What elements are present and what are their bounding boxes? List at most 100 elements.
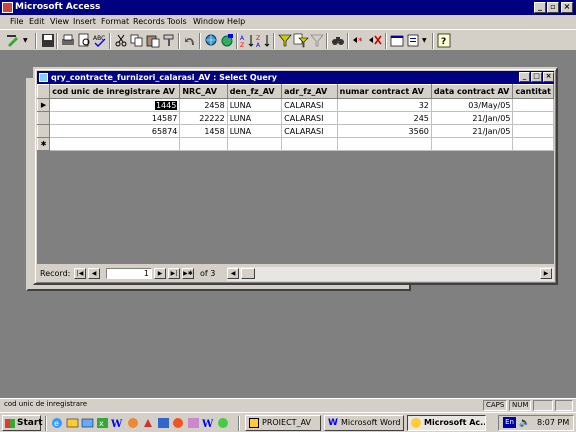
table-cell[interactable]: 2458 <box>179 98 228 112</box>
show-desktop-icon[interactable] <box>81 417 94 429</box>
query-window[interactable]: qry_contracte_furnizori_calarasi_AV : Se… <box>33 67 558 285</box>
find-icon[interactable] <box>330 33 346 48</box>
select-all-cell[interactable] <box>37 84 51 99</box>
table-cell[interactable]: 32 <box>336 98 432 112</box>
menu-tools[interactable]: Tools <box>167 15 187 29</box>
minimize-icon[interactable]: _ <box>534 2 546 13</box>
column-header-cod-unic[interactable]: cod unic de inregistrare AV <box>49 84 181 99</box>
table-cell[interactable]: CALARASI <box>281 124 338 138</box>
powerpoint-icon[interactable] <box>172 417 185 429</box>
menu-format[interactable]: Format <box>101 15 129 29</box>
view-dropdown-icon[interactable]: ▼ <box>23 33 31 48</box>
table-cell[interactable]: 1445 <box>49 98 181 112</box>
table-cell[interactable] <box>430 137 514 151</box>
new-record-nav-icon[interactable]: ▶✱ <box>182 268 194 279</box>
table-cell[interactable]: LUNA <box>226 124 283 138</box>
undo-icon[interactable] <box>182 33 198 48</box>
record-selector[interactable] <box>37 124 51 138</box>
cut-icon[interactable] <box>113 33 129 48</box>
table-cell[interactable] <box>336 137 432 151</box>
query-minimize-icon[interactable]: _ <box>519 72 530 82</box>
table-cell[interactable] <box>281 137 338 151</box>
table-cell[interactable]: 14587 <box>49 111 181 125</box>
column-header-numar-contract[interactable]: numar contract AV <box>336 84 432 99</box>
print-preview-icon[interactable] <box>76 33 92 48</box>
frontpage-icon[interactable] <box>157 417 170 429</box>
publisher-icon[interactable] <box>187 417 200 429</box>
table-cell[interactable] <box>49 137 181 151</box>
database-window-icon[interactable] <box>389 33 405 48</box>
start-button[interactable]: Start <box>2 415 43 431</box>
scroll-left-icon[interactable]: ◀ <box>227 268 239 279</box>
volume-icon[interactable]: 🔈 <box>519 416 530 430</box>
outlook-icon[interactable] <box>66 417 79 429</box>
filter-by-selection-icon[interactable] <box>277 33 293 48</box>
query-maximize-icon[interactable]: □ <box>531 72 542 82</box>
sort-ascending-icon[interactable]: AZ <box>240 33 256 48</box>
current-record-selector-icon[interactable]: ▶ <box>37 98 51 112</box>
table-cell[interactable]: 245 <box>336 111 432 125</box>
copy-icon[interactable] <box>129 33 145 48</box>
view-design-icon[interactable] <box>6 33 22 48</box>
record-selector[interactable] <box>37 111 51 125</box>
task-proiect-av[interactable]: PROIECT_AV <box>245 415 321 431</box>
table-cell[interactable]: LUNA <box>226 98 283 112</box>
table-cell[interactable]: 21/Jan/05 <box>430 111 514 125</box>
current-record-input[interactable]: 1 <box>106 268 152 279</box>
restore-icon[interactable]: ▫ <box>547 2 559 13</box>
task-microsoft-word[interactable]: W Microsoft Word ... <box>324 415 404 431</box>
insert-hyperlink-icon[interactable] <box>203 33 219 48</box>
menu-view[interactable]: View <box>50 15 69 29</box>
query-close-icon[interactable]: × <box>543 72 554 82</box>
column-header-adr-fz[interactable]: adr_fz_AV <box>281 84 338 99</box>
new-record-icon[interactable]: ✱ <box>37 137 51 151</box>
help-icon[interactable]: ? <box>436 33 452 48</box>
excel-icon[interactable]: x <box>96 417 109 429</box>
web-toolbar-icon[interactable] <box>219 33 235 48</box>
table-cell[interactable]: 22222 <box>179 111 228 125</box>
internet-explorer-icon[interactable]: e <box>51 417 64 429</box>
menu-window[interactable]: Window <box>193 15 225 29</box>
menu-file[interactable]: File <box>10 15 23 29</box>
messenger-icon[interactable] <box>217 417 230 429</box>
horizontal-scrollbar[interactable]: ◀ ▶ <box>227 267 554 281</box>
table-cell[interactable]: 65874 <box>49 124 181 138</box>
table-cell[interactable] <box>512 111 554 125</box>
spelling-icon[interactable]: ABC <box>92 33 108 48</box>
table-cell[interactable] <box>179 137 228 151</box>
scroll-right-icon[interactable]: ▶ <box>540 268 552 279</box>
column-header-den-fz[interactable]: den_fz_AV <box>226 84 283 99</box>
format-painter-icon[interactable] <box>161 33 177 48</box>
table-cell[interactable]: 21/Jan/05 <box>430 124 514 138</box>
table-cell[interactable] <box>512 98 554 112</box>
menu-insert[interactable]: Insert <box>73 15 96 29</box>
task-microsoft-access[interactable]: Microsoft Ac... <box>407 415 486 431</box>
next-record-icon[interactable]: ▶ <box>154 268 166 279</box>
new-record-icon[interactable]: * <box>351 33 367 48</box>
clock[interactable]: 8:07 PM <box>537 416 569 430</box>
last-record-icon[interactable]: ▶| <box>168 268 180 279</box>
new-object-dropdown-icon[interactable]: ▼ <box>422 33 430 48</box>
menu-help[interactable]: Help <box>227 15 245 29</box>
datasheet-grid[interactable]: cod unic de inregistrare AV NRC_AV den_f… <box>37 84 554 264</box>
table-cell[interactable]: CALARASI <box>281 111 338 125</box>
column-header-nrc[interactable]: NRC_AV <box>179 84 228 99</box>
word-quicklaunch-2-icon[interactable]: W <box>202 417 215 429</box>
save-icon[interactable] <box>40 33 56 48</box>
access-quicklaunch-icon[interactable] <box>142 417 155 429</box>
paint-icon[interactable] <box>127 417 140 429</box>
table-cell[interactable]: 1458 <box>179 124 228 138</box>
table-cell[interactable] <box>512 137 554 151</box>
previous-record-icon[interactable]: ◀ <box>88 268 100 279</box>
access-key-icon[interactable] <box>2 2 13 13</box>
apply-filter-icon[interactable] <box>309 33 325 48</box>
sort-descending-icon[interactable]: ZA <box>256 33 272 48</box>
language-indicator[interactable]: En <box>503 417 516 428</box>
print-icon[interactable] <box>60 33 76 48</box>
close-icon[interactable]: × <box>561 2 573 13</box>
menu-edit[interactable]: Edit <box>29 15 45 29</box>
scroll-thumb[interactable] <box>241 268 255 279</box>
column-header-cantitate[interactable]: cantitat <box>512 84 554 99</box>
new-object-icon[interactable] <box>405 33 421 48</box>
table-cell[interactable]: CALARASI <box>281 98 338 112</box>
